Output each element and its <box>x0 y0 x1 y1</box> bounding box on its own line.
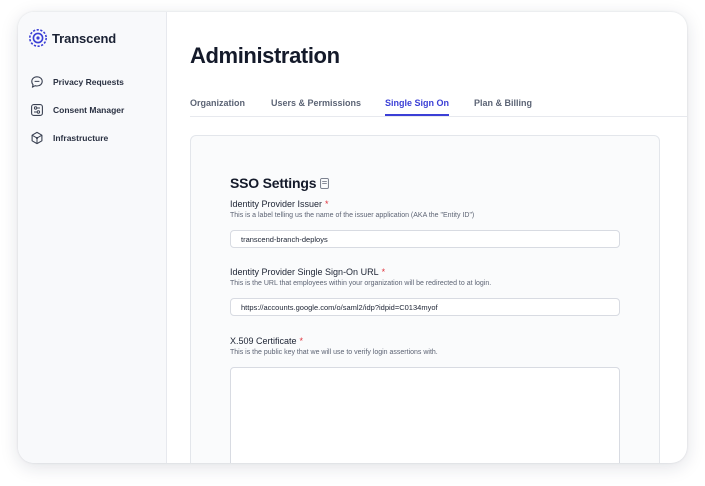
sidebar-item-label: Privacy Requests <box>53 77 124 87</box>
field-help-text: This is the URL that employees within yo… <box>230 280 492 287</box>
issuer-field: Identity Provider Issuer * This is a labe… <box>230 198 620 248</box>
page-title: Administration <box>190 43 340 68</box>
chat-bubble-icon <box>31 76 43 88</box>
certificate-field: X.509 Certificate * This is the public ke… <box>230 335 620 463</box>
transcend-logo-icon <box>29 29 47 47</box>
document-icon[interactable] <box>320 177 330 189</box>
required-marker: * <box>381 267 386 277</box>
app-name: Transcend <box>52 30 117 46</box>
field-label: X.509 Certificate * <box>230 335 620 347</box>
section-title-text: SSO Settings <box>230 175 317 191</box>
issuer-label: Identity Provider Issuer <box>230 199 323 209</box>
certificate-label: X.509 Certificate <box>230 336 297 346</box>
field-help-text: This is the public key that we will use … <box>230 349 438 356</box>
tab-plan-billing[interactable]: Plan & Billing <box>474 98 532 114</box>
field-label: Identity Provider Issuer * <box>230 198 620 210</box>
sidebar-item-privacy-requests[interactable]: Privacy Requests <box>30 75 124 89</box>
sidebar: Transcend Privacy Requests Consent Manag… <box>18 12 167 463</box>
sidebar-item-label: Infrastructure <box>53 133 109 143</box>
required-marker: * <box>299 336 304 346</box>
certificate-textarea[interactable] <box>230 367 620 463</box>
sso-url-input[interactable] <box>230 298 620 316</box>
sidebar-item-label: Consent Manager <box>53 105 125 115</box>
sidebar-item-infrastructure[interactable]: Infrastructure <box>30 131 124 145</box>
sidebar-item-consent-manager[interactable]: Consent Manager <box>30 103 124 117</box>
tab-single-sign-on[interactable]: Single Sign On <box>385 98 450 116</box>
consent-sliders-icon <box>31 104 43 116</box>
required-marker: * <box>325 199 329 209</box>
app-window: Transcend Privacy Requests Consent Manag… <box>18 12 687 463</box>
tab-users-permissions[interactable]: Users & Permissions <box>271 98 361 114</box>
tab-bar: Organization Users & Permissions Single … <box>190 96 687 117</box>
main-content: Administration Organization Users & Perm… <box>167 12 687 463</box>
sidebar-nav: Privacy Requests Consent Manager Infrast… <box>30 75 124 159</box>
sso-url-label: Identity Provider Single Sign-On URL <box>230 267 379 277</box>
tab-organization[interactable]: Organization <box>190 98 245 114</box>
section-title: SSO Settings <box>230 175 330 191</box>
logo[interactable]: Transcend <box>28 28 116 48</box>
sso-url-field: Identity Provider Single Sign-On URL * Th… <box>230 266 620 316</box>
field-help-text: This is a label telling us the name of t… <box>230 212 475 219</box>
issuer-input[interactable] <box>230 230 620 248</box>
sso-settings-card: SSO Settings Identity Provider Issuer * T… <box>190 135 660 463</box>
field-label: Identity Provider Single Sign-On URL * <box>230 266 620 278</box>
cube-network-icon <box>31 131 43 145</box>
